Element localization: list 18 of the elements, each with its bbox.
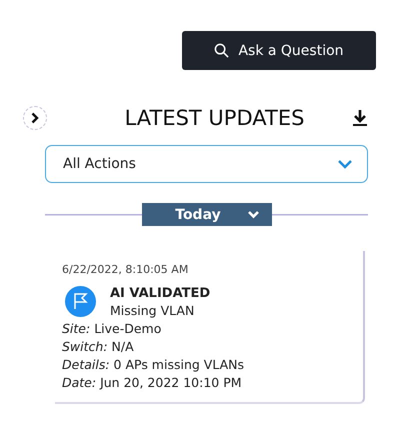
detail-line: Switch: N/A <box>62 339 135 354</box>
date-group-toggle[interactable]: Today <box>142 203 272 226</box>
timestamp: 6/22/2022, 8:10:05 AM <box>62 263 190 276</box>
chevron-right-icon <box>29 112 41 124</box>
update-subtitle: Missing VLAN <box>110 303 196 318</box>
detail-line: Date: Jun 20, 2022 10:10 PM <box>62 375 243 390</box>
update-title: AI VALIDATED <box>110 286 210 301</box>
detail-line: Site: Live-Demo <box>62 321 162 336</box>
download-icon[interactable] <box>352 109 368 127</box>
ask-question-button[interactable]: Ask a Question <box>182 31 376 70</box>
action-filter-dropdown[interactable]: All Actions <box>45 145 368 183</box>
chevron-down-icon <box>337 159 353 169</box>
expand-button[interactable] <box>23 106 47 130</box>
flag-badge-icon <box>65 286 96 317</box>
detail-line: Details: 0 APs missing VLANs <box>62 357 245 372</box>
panel-title: LATEST UPDATES <box>124 106 306 130</box>
search-icon <box>214 43 230 58</box>
chevron-down-icon <box>246 210 260 219</box>
